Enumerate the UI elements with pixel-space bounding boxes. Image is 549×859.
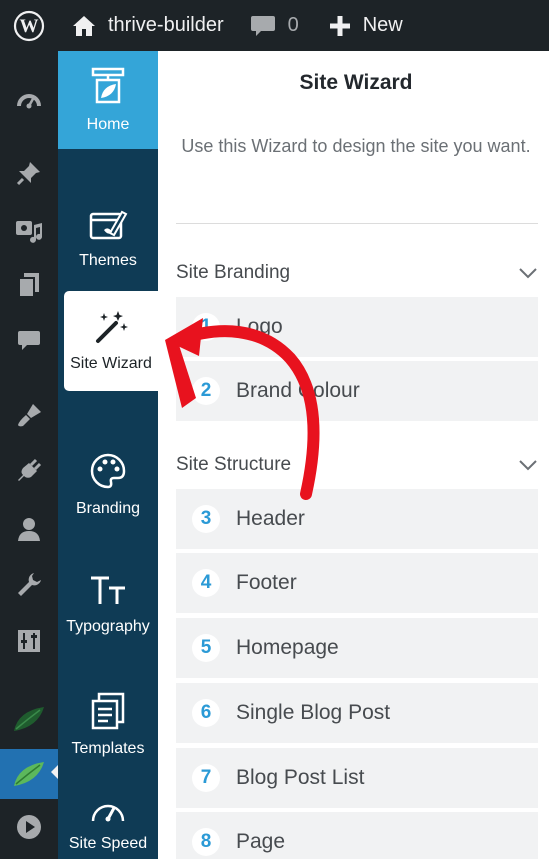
step-label: Single Blog Post bbox=[236, 701, 391, 724]
site-name: thrive-builder bbox=[108, 14, 224, 36]
menu-thrive-theme[interactable] bbox=[0, 749, 58, 799]
pages-icon bbox=[18, 273, 39, 298]
step-label: Page bbox=[236, 830, 286, 853]
step-header[interactable]: 3 Header bbox=[176, 489, 538, 551]
sidebar-item-site-speed[interactable]: Site Speed bbox=[58, 785, 158, 859]
home-icon bbox=[91, 67, 125, 104]
sidebar-item-label: Home bbox=[86, 116, 130, 133]
section-header-site-structure[interactable]: Site Structure bbox=[176, 448, 538, 482]
palette-icon bbox=[90, 453, 126, 489]
step-number: 4 bbox=[192, 569, 220, 597]
sidebar-item-label: Branding bbox=[75, 500, 141, 517]
step-label: Homepage bbox=[236, 636, 339, 659]
home-icon bbox=[73, 15, 95, 36]
step-single-blog-post[interactable]: 6 Single Blog Post bbox=[176, 683, 538, 745]
leaf-icon bbox=[14, 707, 44, 731]
menu-posts[interactable] bbox=[0, 151, 58, 195]
appearance-icon bbox=[18, 404, 41, 427]
admin-bar: W thrive-builder 0 New bbox=[0, 0, 549, 51]
users-icon bbox=[18, 518, 40, 541]
media-icon bbox=[16, 221, 42, 243]
sidebar-item-themes[interactable]: Themes bbox=[58, 179, 158, 299]
wp-admin-menu bbox=[0, 51, 58, 859]
play-icon bbox=[17, 815, 41, 839]
wordpress-logo-button[interactable]: W bbox=[0, 0, 58, 51]
step-number: 8 bbox=[192, 828, 220, 856]
divider bbox=[176, 223, 538, 224]
step-logo[interactable]: 1 Logo bbox=[176, 297, 538, 359]
section-title: Site Branding bbox=[176, 262, 291, 283]
panel-description: Use this Wizard to design the site you w… bbox=[181, 136, 531, 156]
comment-bubble-icon bbox=[250, 15, 275, 36]
plus-icon bbox=[329, 15, 350, 36]
step-brand-colour[interactable]: 2 Brand Colour bbox=[176, 361, 538, 423]
step-label: Blog Post List bbox=[236, 766, 365, 789]
sidebar-item-home[interactable]: Home bbox=[58, 51, 158, 149]
thrive-sidebar: Home Themes Site Wizard Branding Typogra… bbox=[58, 51, 158, 859]
sidebar-item-label: Site Speed bbox=[68, 835, 148, 852]
step-number: 3 bbox=[192, 505, 220, 533]
step-number: 5 bbox=[192, 634, 220, 662]
menu-dashboard[interactable] bbox=[0, 77, 58, 121]
pin-icon bbox=[16, 162, 40, 186]
new-label: New bbox=[362, 14, 403, 36]
menu-media[interactable] bbox=[0, 209, 58, 253]
step-label: Footer bbox=[236, 571, 297, 594]
comments-link[interactable]: 0 bbox=[250, 0, 299, 51]
comments-icon bbox=[18, 331, 40, 350]
themes-icon bbox=[89, 210, 128, 240]
step-blog-post-list[interactable]: 7 Blog Post List bbox=[176, 748, 538, 810]
sidebar-item-branding[interactable]: Branding bbox=[58, 425, 158, 545]
sidebar-item-templates[interactable]: Templates bbox=[58, 665, 158, 785]
menu-appearance[interactable] bbox=[0, 393, 58, 437]
menu-comments[interactable] bbox=[0, 319, 58, 363]
section-header-site-branding[interactable]: Site Branding bbox=[176, 256, 538, 290]
menu-tools[interactable] bbox=[0, 563, 58, 607]
section-title: Site Structure bbox=[176, 454, 292, 475]
magic-wand-icon bbox=[96, 311, 128, 343]
step-page[interactable]: 8 Page bbox=[176, 812, 538, 859]
panel-title: Site Wizard bbox=[299, 71, 413, 94]
dashboard-icon bbox=[17, 94, 41, 109]
step-label: Header bbox=[236, 507, 305, 530]
comments-count: 0 bbox=[287, 14, 299, 36]
leaf-icon bbox=[14, 762, 44, 786]
svg-text:W: W bbox=[20, 16, 39, 37]
chevron-down-icon[interactable] bbox=[518, 263, 538, 283]
sidebar-item-label: Site Wizard bbox=[70, 355, 152, 372]
templates-icon bbox=[91, 692, 125, 730]
sidebar-item-label: Templates bbox=[71, 740, 145, 757]
step-label: Logo bbox=[236, 315, 283, 338]
menu-plugins[interactable] bbox=[0, 449, 58, 493]
typography-icon bbox=[91, 576, 125, 604]
site-wizard-panel: Site Wizard Use this Wizard to design th… bbox=[158, 51, 549, 859]
chevron-down-icon[interactable] bbox=[518, 455, 538, 475]
step-homepage[interactable]: 5 Homepage bbox=[176, 618, 538, 680]
sidebar-item-site-wizard[interactable]: Site Wizard bbox=[64, 291, 158, 391]
sidebar-item-label: Typography bbox=[66, 618, 150, 635]
step-number: 1 bbox=[192, 313, 220, 341]
step-number: 2 bbox=[192, 377, 220, 405]
step-number: 6 bbox=[192, 699, 220, 727]
step-footer[interactable]: 4 Footer bbox=[176, 553, 538, 615]
step-number: 7 bbox=[192, 764, 220, 792]
tools-icon bbox=[18, 573, 41, 596]
menu-users[interactable] bbox=[0, 507, 58, 551]
menu-media-player[interactable] bbox=[0, 805, 58, 849]
wordpress-icon: W bbox=[13, 10, 45, 41]
step-label: Brand Colour bbox=[236, 379, 360, 402]
sidebar-item-typography[interactable]: Typography bbox=[58, 545, 158, 665]
speedometer-icon bbox=[91, 804, 125, 822]
site-name-link[interactable]: thrive-builder bbox=[58, 0, 224, 51]
menu-thrive-dashboard[interactable] bbox=[0, 697, 58, 741]
settings-icon bbox=[18, 630, 40, 652]
menu-settings[interactable] bbox=[0, 619, 58, 663]
sidebar-item-label: Themes bbox=[79, 252, 137, 269]
new-content-button[interactable]: New bbox=[329, 0, 403, 51]
plugins-icon bbox=[18, 458, 42, 481]
menu-pages[interactable] bbox=[0, 263, 58, 307]
